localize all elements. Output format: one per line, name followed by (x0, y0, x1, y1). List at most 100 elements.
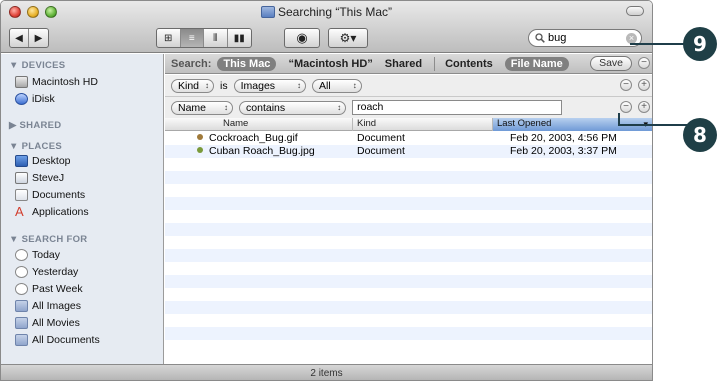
table-row[interactable]: Cockroach_Bug.gif Document Feb 20, 2003,… (165, 132, 652, 145)
back-forward-control: ◀ ▶ (9, 28, 49, 48)
forward-button[interactable]: ▶ (29, 29, 48, 47)
scope-this-mac[interactable]: This Mac (217, 56, 277, 71)
column-view-button[interactable]: ⫴ (204, 29, 228, 47)
sidebar-item-all-images[interactable]: All Images (15, 298, 81, 314)
remove-criteria-button[interactable]: − (620, 101, 632, 113)
column-header-name[interactable]: Name (165, 118, 353, 131)
sidebar-item-documents[interactable]: Documents (15, 187, 85, 203)
coverflow-view-icon: ▮▮ (233, 32, 245, 44)
forward-arrow-icon: ▶ (34, 32, 43, 44)
image-file-icon (197, 134, 203, 140)
column-header-kind[interactable]: Kind (353, 118, 493, 131)
remove-scope-button[interactable]: − (638, 57, 650, 69)
smart-folder-icon (260, 6, 275, 18)
finder-window: Searching “This Mac” ◀ ▶ ⊞ ≡ ⫴ ▮▮ ◉ ⚙▾ b… (0, 0, 653, 381)
sidebar-item-label: Applications (32, 206, 89, 218)
empty-row (165, 314, 652, 327)
sidebar-item-macintosh-hd[interactable]: Macintosh HD (15, 74, 98, 90)
empty-row (165, 288, 652, 301)
sidebar-item-desktop[interactable]: Desktop (15, 153, 71, 169)
add-criteria-button[interactable]: + (638, 101, 650, 113)
file-date-cell: Feb 20, 2003, 4:56 PM (510, 132, 617, 144)
criteria-row-name: Name contains roach − + (165, 97, 652, 119)
action-menu-button[interactable]: ⚙▾ (328, 28, 368, 48)
table-row[interactable]: Cuban Roach_Bug.jpg Document Feb 20, 200… (165, 145, 652, 158)
sidebar: ▼ DEVICES Macintosh HD iDisk ▶ SHARED ▼ … (1, 54, 164, 364)
icon-view-icon: ⊞ (164, 32, 173, 44)
search-scope-label: Search: (171, 57, 212, 70)
clock-icon (15, 266, 28, 278)
criteria-text-field[interactable]: roach (352, 100, 563, 115)
file-kind-cell: Document (357, 145, 405, 157)
criteria-operator-popup[interactable]: contains (239, 100, 347, 115)
smart-folder-icon (15, 317, 28, 329)
coverflow-view-button[interactable]: ▮▮ (228, 29, 251, 47)
sidebar-header-places[interactable]: ▼ PLACES (9, 141, 62, 152)
search-field[interactable]: bug × (528, 29, 642, 47)
status-bar: 2 items (1, 364, 652, 380)
main-content: Search: This Mac “Macintosh HD” Shared C… (165, 54, 652, 364)
file-name: Cuban Roach_Bug.jpg (209, 145, 315, 157)
callout-badge-8: 8 (683, 118, 717, 152)
hard-drive-icon (15, 76, 28, 88)
sidebar-item-stevej[interactable]: SteveJ (15, 170, 64, 186)
quick-look-button[interactable]: ◉ (284, 28, 320, 48)
list-header: Name Kind Last Opened (165, 118, 652, 131)
sidebar-item-applications[interactable]: A Applications (15, 204, 89, 220)
sidebar-item-label: Documents (32, 189, 86, 201)
empty-row (165, 197, 652, 210)
back-button[interactable]: ◀ (10, 29, 30, 47)
titlebar: Searching “This Mac” ◀ ▶ ⊞ ≡ ⫴ ▮▮ ◉ ⚙▾ b… (1, 1, 652, 53)
criteria-attribute-popup[interactable]: Kind (171, 78, 215, 93)
scope-divider (434, 56, 436, 71)
scope-file-name[interactable]: File Name (504, 56, 569, 71)
search-scope-bar: Search: This Mac “Macintosh HD” Shared C… (165, 54, 652, 74)
icon-view-button[interactable]: ⊞ (157, 29, 181, 47)
desktop-icon (15, 155, 28, 167)
criteria-value-popup[interactable]: Images (233, 78, 307, 93)
sidebar-item-label: Macintosh HD (32, 76, 98, 88)
empty-row (165, 262, 652, 275)
criteria-attribute-popup[interactable]: Name (171, 100, 234, 115)
image-file-icon (197, 147, 203, 153)
add-criteria-button[interactable]: + (638, 79, 650, 91)
sidebar-item-label: Desktop (32, 155, 71, 167)
view-mode-control: ⊞ ≡ ⫴ ▮▮ (156, 28, 252, 48)
empty-row (165, 275, 652, 288)
list-view-button[interactable]: ≡ (180, 29, 204, 47)
file-name: Cockroach_Bug.gif (209, 132, 298, 144)
callout-badge-9: 9 (683, 27, 717, 61)
scope-contents[interactable]: Contents (445, 58, 493, 70)
sidebar-header-search-for[interactable]: ▼ SEARCH FOR (9, 234, 87, 245)
sidebar-item-past-week[interactable]: Past Week (15, 281, 83, 297)
callout-leader-8 (618, 124, 690, 126)
remove-criteria-button[interactable]: − (620, 79, 632, 91)
scope-shared[interactable]: Shared (385, 58, 422, 70)
toolbar-toggle-button[interactable] (626, 6, 644, 16)
sidebar-item-label: iDisk (32, 93, 55, 105)
sidebar-item-all-movies[interactable]: All Movies (15, 315, 80, 331)
save-search-button[interactable]: Save (590, 56, 632, 71)
sidebar-item-all-documents[interactable]: All Documents (15, 332, 100, 348)
file-name-cell: Cockroach_Bug.gif (197, 132, 298, 145)
sidebar-item-today[interactable]: Today (15, 247, 60, 263)
scope-macintosh-hd[interactable]: “Macintosh HD” (288, 58, 372, 70)
file-list: Cockroach_Bug.gif Document Feb 20, 2003,… (165, 132, 652, 340)
sidebar-header-shared[interactable]: ▶ SHARED (9, 120, 61, 131)
file-kind-cell: Document (357, 132, 405, 144)
sidebar-item-label: All Documents (32, 334, 100, 346)
empty-row (165, 210, 652, 223)
empty-row (165, 301, 652, 314)
empty-row (165, 249, 652, 262)
criteria-extra-popup[interactable]: All (312, 78, 362, 93)
sidebar-item-label: All Images (32, 300, 82, 312)
empty-row (165, 171, 652, 184)
sidebar-header-devices[interactable]: ▼ DEVICES (9, 60, 65, 71)
list-view-icon: ≡ (188, 32, 195, 44)
gear-icon: ⚙▾ (339, 31, 357, 45)
sidebar-item-yesterday[interactable]: Yesterday (15, 264, 78, 280)
clock-icon (15, 249, 28, 261)
search-icon (535, 33, 545, 43)
sidebar-item-idisk[interactable]: iDisk (15, 91, 55, 107)
file-name-cell: Cuban Roach_Bug.jpg (197, 145, 315, 158)
